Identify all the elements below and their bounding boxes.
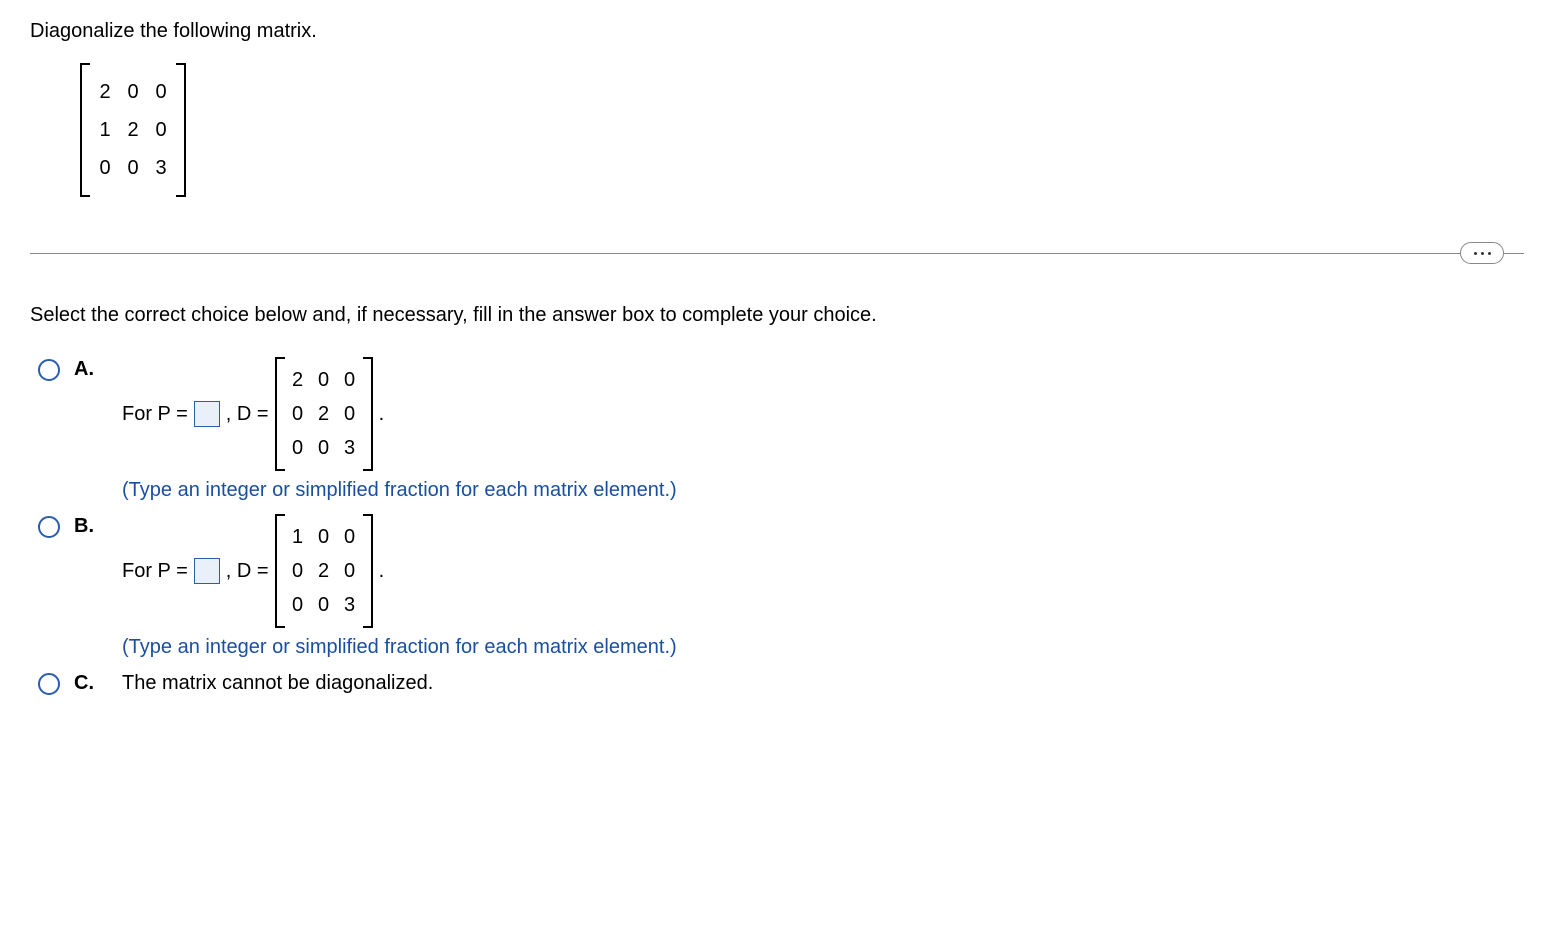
bracket-left xyxy=(275,514,285,628)
p-input-box[interactable] xyxy=(194,401,220,427)
matrix-cell: 2 xyxy=(126,111,140,149)
matrix-cell: 1 xyxy=(98,111,112,149)
choice-a-label: A. xyxy=(74,357,96,381)
more-options-button[interactable] xyxy=(1460,242,1504,264)
choice-b-matrix: 1 0 0 0 2 0 0 0 3 xyxy=(275,514,373,628)
choices-list: A. For P = , D = 2 0 0 0 xyxy=(30,357,1524,695)
matrix-cell: 0 xyxy=(126,73,140,111)
matrix-cell: 3 xyxy=(154,149,168,187)
dot-icon xyxy=(1488,252,1491,255)
matrix-cell: 0 xyxy=(291,397,305,431)
bracket-left xyxy=(80,63,90,197)
for-p-text: For P = xyxy=(122,560,188,583)
matrix-cell: 0 xyxy=(291,554,305,588)
question-matrix: 2 0 0 1 2 0 0 0 3 xyxy=(80,63,186,203)
dot-icon xyxy=(1474,252,1477,255)
matrix-cell: 0 xyxy=(291,431,305,465)
choice-b: B. For P = , D = 1 0 0 0 xyxy=(38,514,1524,659)
choice-c-label: C. xyxy=(74,671,96,695)
matrix-cell: 0 xyxy=(154,111,168,149)
matrix-cell: 0 xyxy=(317,588,331,622)
d-equals-text: , D = xyxy=(226,403,269,426)
choice-c-text: The matrix cannot be diagonalized. xyxy=(112,671,1524,695)
bracket-right xyxy=(363,514,373,628)
matrix-cell: 0 xyxy=(343,397,357,431)
bracket-right xyxy=(176,63,186,197)
p-input-box[interactable] xyxy=(194,558,220,584)
matrix-cell: 0 xyxy=(98,149,112,187)
matrix-cell: 0 xyxy=(126,149,140,187)
choice-a-radio[interactable] xyxy=(38,359,60,381)
matrix-cell: 0 xyxy=(343,363,357,397)
d-equals-text: , D = xyxy=(226,560,269,583)
matrix-cell: 0 xyxy=(154,73,168,111)
choice-c-radio[interactable] xyxy=(38,673,60,695)
matrix-cell: 0 xyxy=(343,520,357,554)
choice-b-label: B. xyxy=(74,514,96,538)
choice-a-hint: (Type an integer or simplified fraction … xyxy=(122,479,1524,502)
choice-b-radio[interactable] xyxy=(38,516,60,538)
bracket-right xyxy=(363,357,373,471)
matrix-cell: 3 xyxy=(343,431,357,465)
matrix-cell: 3 xyxy=(343,588,357,622)
choice-a-matrix: 2 0 0 0 2 0 0 0 3 xyxy=(275,357,373,471)
question-section: Diagonalize the following matrix. 2 0 0 … xyxy=(30,20,1524,233)
matrix-cell: 0 xyxy=(291,588,305,622)
choice-a: A. For P = , D = 2 0 0 0 xyxy=(38,357,1524,502)
matrix-cell: 0 xyxy=(317,431,331,465)
matrix-cell: 2 xyxy=(98,73,112,111)
matrix-cell: 0 xyxy=(317,520,331,554)
question-prompt: Diagonalize the following matrix. xyxy=(30,20,1524,43)
matrix-cell: 1 xyxy=(291,520,305,554)
choice-b-hint: (Type an integer or simplified fraction … xyxy=(122,636,1524,659)
bracket-left xyxy=(275,357,285,471)
section-divider xyxy=(30,253,1524,254)
matrix-cell: 2 xyxy=(291,363,305,397)
for-p-text: For P = xyxy=(122,403,188,426)
period-text: . xyxy=(379,403,385,426)
matrix-cell: 2 xyxy=(317,397,331,431)
matrix-cell: 0 xyxy=(317,363,331,397)
divider-line xyxy=(30,253,1524,254)
matrix-cell: 0 xyxy=(343,554,357,588)
matrix-cell: 2 xyxy=(317,554,331,588)
choice-c: C. The matrix cannot be diagonalized. xyxy=(38,671,1524,695)
dot-icon xyxy=(1481,252,1484,255)
instruction-text: Select the correct choice below and, if … xyxy=(30,304,1524,327)
period-text: . xyxy=(379,560,385,583)
